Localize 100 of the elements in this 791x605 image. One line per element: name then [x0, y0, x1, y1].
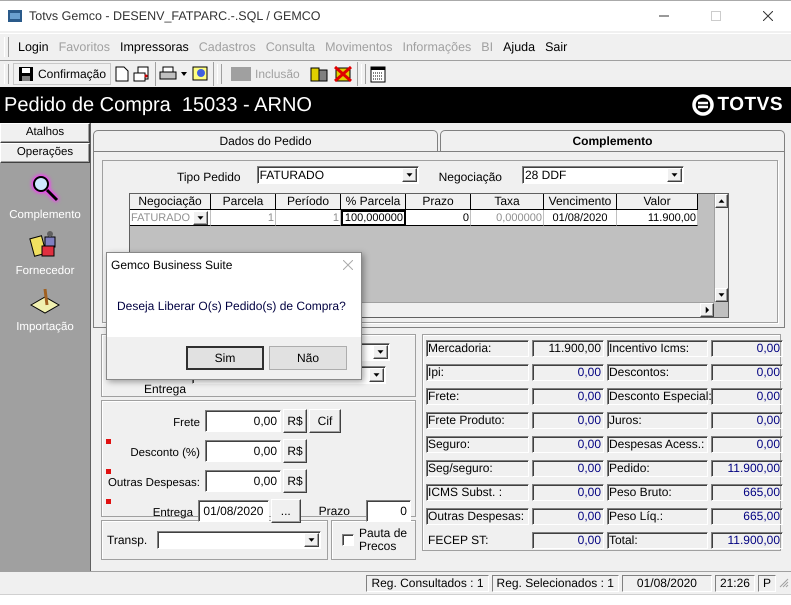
help-icon[interactable]	[191, 65, 210, 83]
total-value: 0,00	[711, 364, 783, 381]
caret-icon[interactable]	[304, 533, 320, 547]
menu-item[interactable]: Impressoras	[115, 40, 194, 54]
table-cell[interactable]: 01/08/2020	[544, 210, 617, 226]
close-icon[interactable]	[763, 11, 773, 21]
column-header[interactable]: Período	[276, 194, 341, 210]
total-label: Incentivo Icms:	[607, 340, 708, 357]
caret-icon[interactable]	[666, 168, 682, 182]
column-header[interactable]: Taxa	[471, 194, 544, 210]
total-value: 0,00	[532, 532, 604, 549]
document-envelope-icon[interactable]	[133, 66, 152, 82]
amount-field[interactable]: 0,00	[205, 410, 281, 432]
negotiation-select[interactable]: 28 DDF	[522, 166, 684, 184]
field-label: Transp.	[107, 533, 148, 547]
scroll-up-icon[interactable]	[715, 194, 728, 208]
new-document-icon[interactable]	[115, 66, 130, 82]
vertical-scrollbar[interactable]	[714, 194, 728, 302]
books-icon[interactable]	[308, 65, 329, 83]
checkbox[interactable]	[342, 534, 354, 546]
status-field: 01/08/2020	[622, 574, 712, 592]
caret-icon[interactable]	[402, 168, 417, 182]
dialog-title: Gemco Business Suite	[111, 258, 232, 272]
checkbox-label: Pauta de Precos	[359, 527, 408, 553]
field-label: Entrega	[144, 382, 188, 396]
total-value: 0,00	[711, 436, 783, 453]
page-title: Pedido de Compra 15033 - ARNO	[4, 94, 312, 116]
total-value: 0,00	[532, 508, 604, 525]
total-value: 0,00	[532, 460, 604, 477]
caret-icon[interactable]	[369, 368, 384, 382]
total-label: ICMS Subst. :	[426, 484, 529, 501]
status-field: Reg. Selecionados : 1	[492, 574, 619, 592]
menu-item[interactable]: Sair	[540, 40, 572, 54]
total-label: Despesas Acess.:	[607, 436, 708, 453]
total-label: Peso Líq.:	[607, 508, 708, 525]
field-label: Tipo Pedido	[177, 170, 241, 184]
total-label: Outras Despesas:	[426, 508, 529, 525]
printer-icon[interactable]	[159, 66, 178, 82]
field-label: Frete	[172, 416, 201, 429]
window-title: Totvs Gemco - DESENV_FATPARC.-.SQL / GEMCO	[29, 9, 322, 23]
caret-icon[interactable]	[373, 345, 388, 359]
field-label: Entrega	[152, 506, 194, 519]
date-field[interactable]: 01/08/2020	[198, 500, 269, 522]
total-value: 11.900,00	[711, 460, 783, 477]
column-header[interactable]: Parcela	[211, 194, 276, 210]
delete-icon[interactable]	[332, 65, 353, 83]
column-header[interactable]: Valor	[617, 194, 698, 210]
status-field: P	[758, 574, 776, 592]
order-type-select[interactable]: FATURADO	[256, 166, 419, 184]
status-field: 21:26	[714, 574, 755, 592]
sidebar-section[interactable]: Operações	[0, 143, 90, 163]
total-label: Total:	[607, 532, 708, 549]
field-label: Prazo	[318, 504, 350, 518]
field-label: Desconto (%)	[129, 446, 201, 459]
calendar-icon[interactable]	[370, 65, 386, 83]
total-label: Seguro:	[426, 436, 529, 453]
total-label: Ipi:	[426, 364, 529, 381]
transport-select[interactable]	[157, 531, 322, 549]
total-label: Frete Produto:	[426, 412, 529, 429]
menu-item[interactable]: Ajuda	[498, 40, 540, 54]
amount-field[interactable]: 0,00	[205, 470, 281, 492]
tab[interactable]: Dados do Pedido	[93, 130, 438, 151]
total-value: 0,00	[532, 436, 604, 453]
currency-button[interactable]: R$	[283, 409, 307, 433]
total-value: 0,00	[532, 388, 604, 405]
column-header[interactable]: Vencimento	[544, 194, 617, 210]
total-label: Frete:	[426, 388, 529, 405]
total-value: 11.900,00	[532, 340, 604, 357]
currency-button[interactable]: R$	[283, 439, 307, 463]
column-header[interactable]: Prazo	[406, 194, 471, 210]
total-value: 0,00	[532, 484, 604, 501]
total-value: 0,00	[532, 412, 604, 429]
currency-button[interactable]: Cif	[309, 409, 341, 433]
scroll-right-icon[interactable]	[700, 303, 714, 317]
currency-button[interactable]: R$	[283, 469, 307, 493]
caret-icon[interactable]	[181, 72, 188, 76]
dialog-button[interactable]: Não	[269, 346, 347, 370]
date-picker-button[interactable]: ...	[270, 499, 301, 523]
total-value: 0,00	[532, 364, 604, 381]
table-cell[interactable]: 0	[406, 210, 471, 226]
column-header[interactable]: % Parcela	[341, 194, 406, 210]
confirm-button[interactable]: Confirmação	[13, 63, 112, 85]
total-value: 665,00	[711, 508, 783, 525]
field-label: Outras Despesas:	[106, 476, 201, 489]
term-field[interactable]: 0	[366, 500, 411, 522]
total-label: Juros:	[607, 412, 708, 429]
table-cell[interactable]: 100,000000	[341, 210, 406, 226]
dialog-button[interactable]: Sim	[186, 346, 264, 370]
amount-field[interactable]: 0,00	[205, 440, 281, 462]
scroll-down-icon[interactable]	[715, 288, 728, 302]
sidebar-section[interactable]: Atalhos	[0, 123, 90, 143]
resize-grip-icon[interactable]	[779, 578, 789, 588]
app-icon	[7, 8, 23, 24]
table-cell[interactable]: 11.900,00	[617, 210, 698, 226]
tab[interactable]: Complemento	[440, 130, 785, 151]
total-value: 665,00	[711, 484, 783, 501]
total-value: 0,00	[711, 388, 783, 405]
column-header[interactable]: Negociação	[130, 194, 211, 210]
menu-item[interactable]: Login	[13, 40, 54, 54]
logo-text: TOTVS	[718, 94, 783, 116]
